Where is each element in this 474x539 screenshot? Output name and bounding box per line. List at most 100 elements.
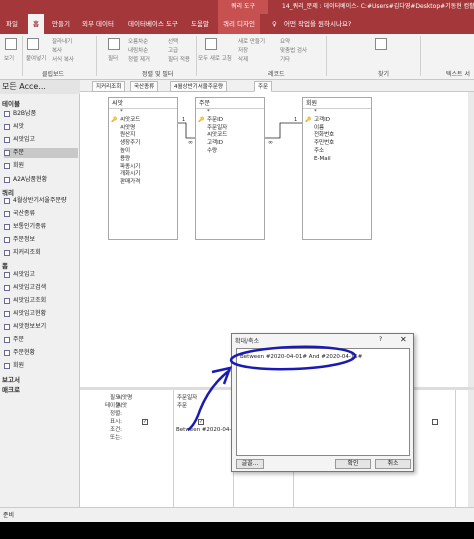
tab-create[interactable]: 만들기	[52, 14, 70, 34]
nav-item-form[interactable]: 주문	[4, 335, 78, 345]
totals-button[interactable]: 요약	[280, 37, 290, 45]
tab-database-tools[interactable]: 데이터베이스 도구	[128, 14, 178, 34]
filter-button[interactable]: 필터	[108, 54, 118, 62]
grid-table-cell[interactable]: 주문	[177, 401, 187, 409]
grid-table-cell[interactable]: 씨앗	[117, 401, 127, 409]
find-icon[interactable]	[375, 38, 387, 50]
many-marker: ∞	[188, 139, 193, 146]
nav-item-form[interactable]: 씨앗입고	[4, 270, 78, 280]
nav-item-query[interactable]: 보통인기종류	[4, 222, 78, 232]
nav-item-label: 씨앗정보보기	[13, 323, 47, 330]
form-icon	[4, 284, 10, 291]
grid-criteria-cell[interactable]: Between #2020-04-	[176, 427, 231, 433]
paste-button[interactable]: 붙여넣기	[26, 54, 46, 62]
cancel-button[interactable]: 취소	[375, 459, 411, 469]
remove-sort-button[interactable]: 정렬 제거	[128, 55, 150, 63]
form-icon	[4, 310, 10, 317]
nav-section-tables[interactable]: 테이블	[2, 98, 20, 108]
selection-button[interactable]: 선택	[168, 37, 178, 45]
nav-item-query[interactable]: 4월상반기서울주문량	[4, 196, 78, 206]
grid-column[interactable]: 씨앗명 씨앗 ✓	[114, 390, 174, 510]
nav-section-macros[interactable]: 매크로	[2, 384, 20, 394]
show-checkbox[interactable]: ✓	[198, 419, 204, 425]
format-painter-button[interactable]: 서식 복사	[52, 55, 74, 63]
paste-icon[interactable]	[27, 38, 39, 50]
doc-tab-active[interactable]: 주문	[254, 81, 273, 92]
nav-item-form[interactable]: 씨앗입고현황	[4, 309, 78, 319]
nav-item-label: 국산종류	[13, 210, 36, 217]
font-button[interactable]: 글꼴...	[236, 459, 264, 469]
expression-textarea[interactable]: Between #2020-04-01# And #2020-04-15#	[236, 348, 410, 456]
advanced-button[interactable]: 고급	[168, 46, 178, 54]
nav-item-table[interactable]: 씨앗	[4, 122, 78, 132]
nav-item-label: 회원	[13, 162, 25, 169]
relationship-line-seed-order	[178, 122, 195, 139]
cut-button[interactable]: 잘라내기	[52, 37, 72, 45]
grid-column[interactable]	[414, 390, 456, 510]
help-button[interactable]: ?	[379, 336, 382, 343]
nav-item-label: 주문현황	[13, 349, 36, 356]
sort-asc-button[interactable]: 오름차순	[128, 37, 148, 45]
nav-header[interactable]: 모든 Acce...	[0, 80, 80, 94]
nav-item-query[interactable]: 국산종류	[4, 209, 78, 219]
grid-scrollbar[interactable]	[468, 390, 474, 510]
nav-item-table[interactable]: 씨앗입고	[4, 135, 78, 145]
nav-item-form[interactable]: 씨앗정보보기	[4, 322, 78, 332]
nav-item-query[interactable]: A2A납품현황	[4, 175, 78, 185]
sort-desc-button[interactable]: 내림차순	[128, 46, 148, 54]
nav-item-label: 보통인기종류	[13, 223, 47, 230]
tab-home[interactable]: 홈	[28, 14, 44, 34]
nav-section-forms[interactable]: 폼	[2, 260, 8, 270]
form-icon	[4, 336, 10, 343]
doc-tab[interactable]: 지커리조회	[92, 81, 126, 92]
show-checkbox[interactable]	[432, 419, 438, 425]
nav-item-table[interactable]: 회원	[4, 161, 78, 171]
nav-item-form[interactable]: 회원	[4, 361, 78, 371]
refresh-icon[interactable]	[205, 38, 217, 50]
grid-field-cell[interactable]: 주문일자	[177, 393, 197, 401]
table-icon	[4, 110, 10, 117]
tab-external-data[interactable]: 외부 데이터	[82, 14, 114, 34]
form-icon	[4, 362, 10, 369]
form-icon	[4, 271, 10, 278]
copy-button[interactable]: 복사	[52, 46, 62, 54]
nav-item-form[interactable]: 씨앗입고검색	[4, 283, 78, 293]
grid-column[interactable]: 주문일자 주문 ✓ Between #2020-04-	[174, 390, 234, 510]
spelling-button[interactable]: 맞춤법 검사	[280, 46, 307, 54]
tab-file[interactable]: 파일	[6, 14, 18, 34]
show-checkbox[interactable]: ✓	[142, 419, 148, 425]
ribbon: 보기 붙여넣기 잘라내기 복사 서식 복사 클립보드 필터 오름차순 내림차순 …	[0, 34, 474, 80]
nav-item-table[interactable]: B2B납품	[4, 109, 78, 119]
more-button[interactable]: 기타	[280, 55, 290, 63]
refresh-all-button[interactable]: 모두 새로 고침	[198, 54, 232, 62]
grid-field-cell[interactable]: 씨앗명	[117, 393, 132, 401]
nav-item-label: 씨앗입고조회	[13, 297, 47, 304]
nav-item-label: 주문	[13, 336, 25, 343]
tell-me-box[interactable]: 어떤 작업을 원하시나요?	[284, 14, 351, 34]
nav-item-form[interactable]: 주문현황	[4, 348, 78, 358]
save-record-button[interactable]: 저장	[238, 46, 248, 54]
ok-button[interactable]: 확인	[335, 459, 371, 469]
nav-item-table-selected[interactable]: 주문	[4, 148, 78, 158]
close-icon[interactable]: ✕	[400, 335, 407, 344]
nav-item-query[interactable]: 주문정보	[4, 235, 78, 245]
delete-record-button[interactable]: 삭제	[238, 55, 248, 63]
doc-tab[interactable]: 국산종류	[130, 81, 159, 92]
new-record-button[interactable]: 새로 만들기	[238, 37, 265, 45]
filter-icon[interactable]	[108, 38, 120, 50]
table-icon	[4, 149, 10, 156]
nav-item-query[interactable]: 지커리조회	[4, 248, 78, 258]
tab-query-design[interactable]: 쿼리 디자인	[218, 14, 260, 34]
toggle-filter-button[interactable]: 필터 적용	[168, 55, 190, 63]
lightbulb-icon: ♀	[272, 20, 277, 28]
vertical-scrollbar[interactable]	[468, 92, 474, 387]
nav-item-label: 씨앗입고	[13, 136, 36, 143]
tab-help[interactable]: 도움말	[191, 14, 209, 34]
text-format-group-label: 텍스트 서	[446, 71, 470, 78]
view-icon[interactable]	[5, 38, 17, 50]
nav-section-reports[interactable]: 보고서	[2, 374, 20, 384]
nav-item-form[interactable]: 씨앗입고조회	[4, 296, 78, 306]
doc-tab[interactable]: 4월상반기서울주문량	[170, 81, 228, 92]
view-button[interactable]: 보기	[4, 54, 14, 62]
clipboard-group-label: 클립보드	[42, 71, 65, 78]
